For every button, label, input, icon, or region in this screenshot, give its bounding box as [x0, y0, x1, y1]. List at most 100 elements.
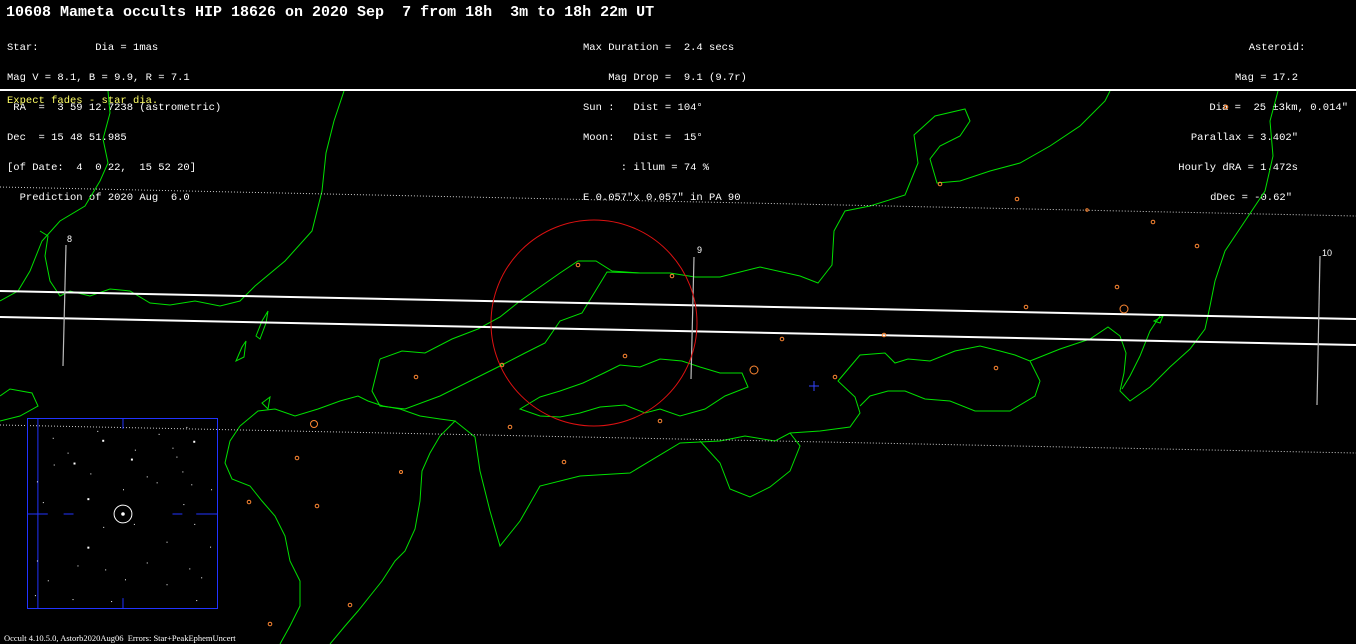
town-marker — [294, 455, 300, 461]
star-info-line: Mag V = 8.1, B = 9.9, R = 7.1 — [7, 72, 190, 84]
coastline-kyushu-west — [224, 425, 301, 644]
time-tick-label: 10 — [1322, 248, 1332, 258]
coastline-eastern-island — [1121, 315, 1161, 390]
field-star — [73, 462, 76, 465]
field-star — [189, 568, 191, 570]
town-marker — [832, 374, 838, 380]
town-marker — [622, 353, 628, 359]
town-marker — [749, 365, 759, 375]
town-marker — [310, 420, 318, 428]
software-footer: Occult 4.10.5.0, Astorb2020Aug06 Errors:… — [4, 633, 236, 643]
field-star — [194, 523, 196, 525]
field-star — [90, 473, 92, 475]
town-marker — [1194, 243, 1200, 249]
field-star — [134, 449, 136, 451]
town-marker — [669, 273, 675, 279]
town-markers — [246, 104, 1229, 627]
coastline-inland-sea — [379, 260, 641, 360]
fade-notice: Expect fades - star dia. — [7, 95, 159, 107]
coastline-middle-island — [518, 358, 749, 418]
field-star — [211, 489, 213, 491]
field-star — [102, 439, 105, 442]
field-star — [34, 595, 36, 597]
time-tick-label: 8 — [67, 234, 72, 244]
field-star — [124, 579, 126, 581]
map-title: 10608 Mameta occults HIP 18626 on 2020 S… — [6, 4, 655, 21]
field-star — [166, 541, 168, 543]
star-finder-chart — [27, 418, 218, 609]
town-marker — [267, 621, 273, 627]
event-info-line: Mag Drop = 9.1 (9.7r) — [583, 72, 747, 84]
target-star — [121, 512, 125, 516]
asteroid-info-line: Asteroid: — [1248, 42, 1318, 54]
field-star — [36, 560, 38, 562]
north-error-limit — [0, 186, 1356, 217]
town-marker — [347, 602, 353, 608]
field-star — [186, 426, 188, 428]
field-star — [103, 526, 105, 528]
field-star — [130, 458, 133, 461]
coastline-islet-c — [261, 395, 271, 411]
town-marker — [413, 374, 419, 380]
town-marker — [399, 470, 403, 474]
field-star — [133, 523, 135, 525]
coastline-northwest — [0, 91, 111, 302]
town-marker — [1014, 196, 1020, 202]
town-marker — [1150, 219, 1156, 225]
town-marker — [575, 262, 581, 268]
center-cross-icon — [809, 381, 819, 391]
time-tick-line — [690, 256, 695, 380]
field-star — [87, 498, 90, 501]
coastline-islet-b — [235, 340, 247, 363]
field-star — [111, 601, 113, 603]
field-star — [47, 580, 49, 582]
north-path-limit — [0, 290, 1356, 320]
coastline-kyushu — [239, 395, 457, 644]
south-path-limit — [0, 316, 1356, 346]
town-marker — [1223, 104, 1229, 110]
field-star — [156, 482, 158, 484]
field-star — [52, 437, 54, 439]
field-star — [183, 504, 185, 506]
coastline-islet-a — [255, 310, 269, 340]
town-marker — [1085, 208, 1089, 212]
star-info-line: Star: Dia = 1mas — [7, 42, 159, 54]
field-star — [72, 599, 74, 601]
town-marker — [314, 503, 320, 509]
field-star — [182, 471, 184, 473]
field-star — [122, 489, 124, 491]
field-star — [36, 481, 38, 483]
coastline-southeast — [699, 432, 801, 498]
field-star — [105, 569, 107, 571]
field-star — [201, 577, 203, 579]
time-tick-label: 9 — [697, 245, 702, 255]
town-marker — [779, 336, 785, 342]
field-star — [210, 546, 212, 548]
range-circle — [490, 219, 698, 427]
coastline-east-peninsula — [1029, 91, 1279, 402]
time-ticks — [62, 244, 1321, 406]
field-star — [87, 546, 90, 549]
field-star — [42, 502, 44, 504]
field-star — [196, 600, 198, 602]
event-info-line: Max Duration = 2.4 secs — [583, 42, 735, 54]
town-marker — [1119, 304, 1129, 314]
town-marker — [1114, 284, 1120, 290]
coastline-islet-d — [1152, 314, 1165, 324]
field-star — [176, 456, 178, 458]
shadow-path — [0, 290, 1356, 346]
field-star — [166, 584, 168, 586]
field-star — [53, 464, 55, 466]
field-star — [77, 565, 79, 567]
time-tick-line — [1316, 255, 1321, 406]
coastline-main-north — [371, 91, 1111, 410]
asteroid-info-line: Mag = 17.2 — [1234, 72, 1298, 84]
error-limits — [0, 186, 1356, 454]
field-star — [146, 476, 148, 478]
field-star — [158, 433, 160, 435]
town-marker — [657, 418, 663, 424]
coastline-north-land — [39, 91, 345, 307]
field-star — [193, 440, 196, 443]
town-marker — [561, 459, 567, 465]
time-tick-line — [62, 244, 67, 367]
